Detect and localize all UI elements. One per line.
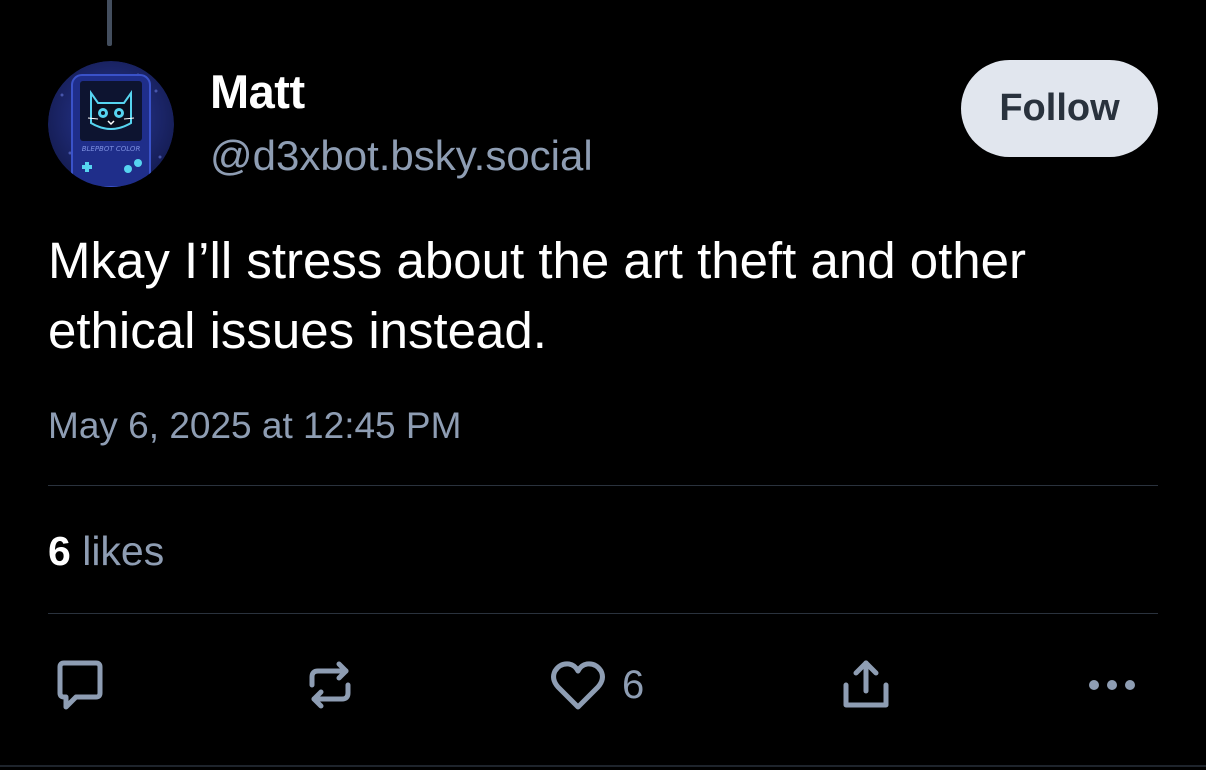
heart-icon [551,661,605,710]
like-count: 6 [622,663,645,707]
avatar-image: BLEPBOT COLOR [48,61,174,187]
repost-button[interactable] [300,650,360,720]
like-button[interactable]: 6 [548,650,644,720]
likes-summary[interactable]: 6 likes [48,525,164,577]
repost-icon [309,661,351,709]
display-name[interactable]: Matt [210,64,305,120]
share-icon [843,660,889,708]
likes-label: likes [82,528,165,574]
avatar[interactable]: BLEPBOT COLOR [48,61,174,187]
reply-icon [57,660,103,710]
post-timestamp: May 6, 2025 at 12:45 PM [48,405,462,446]
reply-button[interactable] [50,650,110,720]
divider [48,613,1158,614]
more-icon [1089,680,1135,690]
handle[interactable]: @d3xbot.bsky.social [210,130,593,182]
post-text: Mkay I’ll stress about the art theft and… [48,232,1026,359]
follow-button[interactable]: Follow [961,60,1158,157]
thread-line [107,0,112,46]
divider [48,485,1158,486]
svg-text:BLEPBOT COLOR: BLEPBOT COLOR [82,145,141,153]
share-button[interactable] [836,650,896,720]
likes-count: 6 [48,528,71,574]
more-button[interactable] [1082,650,1142,720]
bottom-divider [0,765,1206,767]
